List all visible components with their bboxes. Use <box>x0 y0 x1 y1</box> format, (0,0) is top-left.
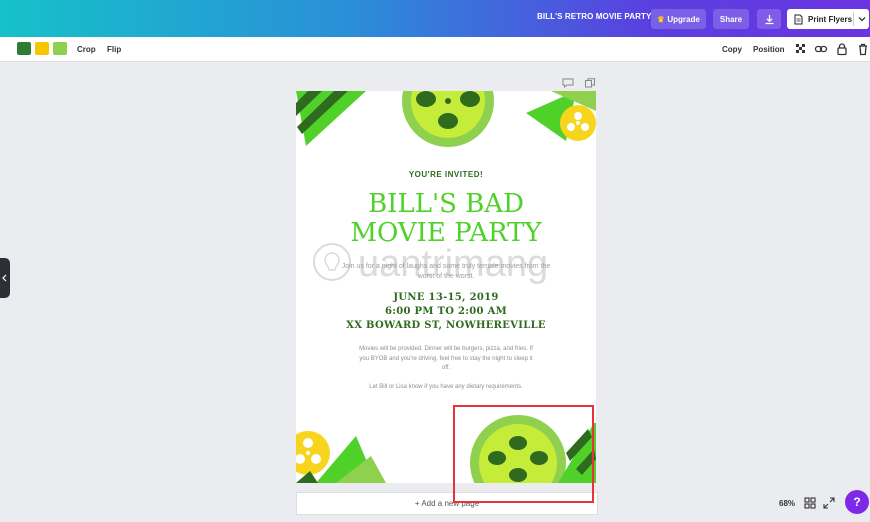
upgrade-label: Upgrade <box>667 14 700 24</box>
lock-icon[interactable] <box>835 42 849 56</box>
document-title[interactable]: BILL'S RETRO MOVIE PARTY <box>537 12 651 21</box>
zoom-level[interactable]: 68% <box>779 499 795 508</box>
watermark-logo: uantrimang <box>313 243 548 285</box>
print-flyers-label: Print Flyers <box>808 14 853 24</box>
editor-toolbar: Crop Flip Copy Position <box>0 37 870 62</box>
party-time[interactable]: 6:00 PM TO 2:00 AM <box>296 306 596 317</box>
link-icon[interactable] <box>814 42 828 56</box>
print-flyers-button[interactable]: Print Flyers <box>787 9 869 29</box>
invited-heading[interactable]: YOU'RE INVITED! <box>296 170 596 179</box>
download-icon <box>765 14 773 24</box>
document-icon <box>794 14 803 24</box>
upgrade-button[interactable]: ♛ Upgrade <box>651 9 706 29</box>
transparency-icon[interactable] <box>794 42 808 56</box>
color-swatch-yellow[interactable] <box>35 42 49 55</box>
copy-button[interactable]: Copy <box>722 45 742 54</box>
party-address[interactable]: XX BOWARD ST, NOWHEREVILLE <box>296 320 596 331</box>
color-swatch-dark-green[interactable] <box>17 42 31 55</box>
dietary-note[interactable]: Let Bill or Lisa know if you have any di… <box>356 383 536 393</box>
selection-highlight-box <box>453 405 594 503</box>
crop-button[interactable]: Crop <box>77 45 96 54</box>
chevron-down-icon[interactable] <box>857 13 867 25</box>
chevron-left-icon <box>2 274 7 282</box>
color-swatch-light-green[interactable] <box>53 42 67 55</box>
top-header-bar: BILL'S RETRO MOVIE PARTY ♛ Upgrade Share… <box>0 0 870 37</box>
clapperboard-graphic-top-right <box>526 91 596 141</box>
grid-view-icon[interactable] <box>804 497 816 509</box>
position-button[interactable]: Position <box>753 45 785 54</box>
duplicate-page-icon[interactable] <box>584 78 596 88</box>
side-panel-toggle[interactable] <box>0 258 10 298</box>
film-reel-top <box>402 91 494 147</box>
crown-icon: ♛ <box>657 14 665 24</box>
divider <box>853 12 854 26</box>
download-button[interactable] <box>757 9 781 29</box>
help-button[interactable]: ? <box>845 490 869 514</box>
headline-line-1: BILL'S BAD <box>368 189 524 219</box>
clapperboard-graphic-top-left <box>296 91 366 146</box>
comment-icon[interactable] <box>562 78 574 89</box>
watermark-text: uantrimang <box>358 243 548 285</box>
flip-button[interactable]: Flip <box>107 45 121 54</box>
fullscreen-icon[interactable] <box>823 497 835 509</box>
party-details[interactable]: Movies will be provided. Dinner will be … <box>356 345 536 374</box>
share-button[interactable]: Share <box>713 9 749 29</box>
film-reel-bottom-left <box>296 431 386 483</box>
trash-icon[interactable] <box>856 42 870 56</box>
